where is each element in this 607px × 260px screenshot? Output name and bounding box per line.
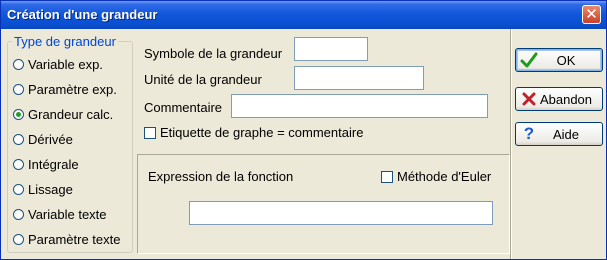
radio-label: Variable exp. — [28, 56, 103, 72]
etiquette-checkbox[interactable] — [144, 127, 156, 139]
radio-variable-exp[interactable]: Variable exp. — [13, 56, 103, 72]
etiquette-label: Etiquette de graphe = commentaire — [160, 125, 364, 140]
radio-circle[interactable] — [13, 208, 24, 220]
unite-label: Unité de la grandeur — [144, 72, 262, 87]
commentaire-label: Commentaire — [144, 100, 223, 115]
symbole-input[interactable] — [294, 37, 368, 61]
commentaire-input[interactable] — [231, 94, 488, 118]
radio-lissage[interactable]: Lissage — [13, 181, 73, 197]
radio-label: Paramètre texte — [28, 231, 121, 247]
cross-icon — [520, 90, 538, 108]
euler-label: Méthode d'Euler — [397, 169, 492, 184]
radio-label: Lissage — [28, 181, 73, 197]
radio-label: Paramètre exp. — [28, 81, 117, 97]
radio-label: Dérivée — [28, 131, 73, 147]
radio-label: Variable texte — [28, 206, 107, 222]
radio-label: Grandeur calc. — [28, 106, 114, 122]
close-icon: ✕ — [585, 6, 598, 23]
radio-variable-texte[interactable]: Variable texte — [13, 206, 107, 222]
check-icon — [520, 51, 538, 69]
radio-label: Intégrale — [28, 156, 79, 172]
symbole-label: Symbole de la grandeur — [144, 46, 283, 61]
radio-parametre-exp[interactable]: Paramètre exp. — [13, 81, 117, 97]
unite-input[interactable] — [294, 66, 424, 90]
aide-label: Aide — [552, 126, 580, 142]
aide-button[interactable]: ? Aide — [515, 122, 603, 146]
title-bar[interactable]: Création d'une grandeur ✕ — [1, 1, 606, 29]
radio-integrale[interactable]: Intégrale — [13, 156, 79, 172]
radio-circle-selected[interactable] — [13, 108, 24, 120]
radio-circle[interactable] — [13, 233, 24, 245]
ok-button[interactable]: OK — [515, 48, 603, 72]
abandon-label: Abandon — [539, 91, 593, 107]
abandon-button[interactable]: Abandon — [515, 87, 603, 111]
grandeur-type-legend: Type de grandeur — [12, 34, 118, 49]
radio-circle[interactable] — [13, 158, 24, 170]
close-button[interactable]: ✕ — [582, 5, 601, 24]
question-icon: ? — [523, 124, 535, 143]
dialog-window: Création d'une grandeur ✕ Type de grande… — [0, 0, 607, 260]
radio-parametre-texte[interactable]: Paramètre texte — [13, 231, 121, 247]
expression-label: Expression de la fonction — [148, 169, 294, 184]
vertical-separator — [510, 29, 511, 259]
radio-derivee[interactable]: Dérivée — [13, 131, 73, 147]
window-title: Création d'une grandeur — [7, 7, 158, 22]
radio-circle[interactable] — [13, 183, 24, 195]
ok-label: OK — [556, 52, 576, 68]
radio-circle[interactable] — [13, 83, 24, 95]
radio-circle[interactable] — [13, 133, 24, 145]
radio-grandeur-calc[interactable]: Grandeur calc. — [13, 106, 113, 122]
euler-checkbox[interactable] — [381, 171, 393, 183]
radio-circle[interactable] — [13, 58, 24, 70]
expression-input[interactable] — [189, 201, 493, 225]
